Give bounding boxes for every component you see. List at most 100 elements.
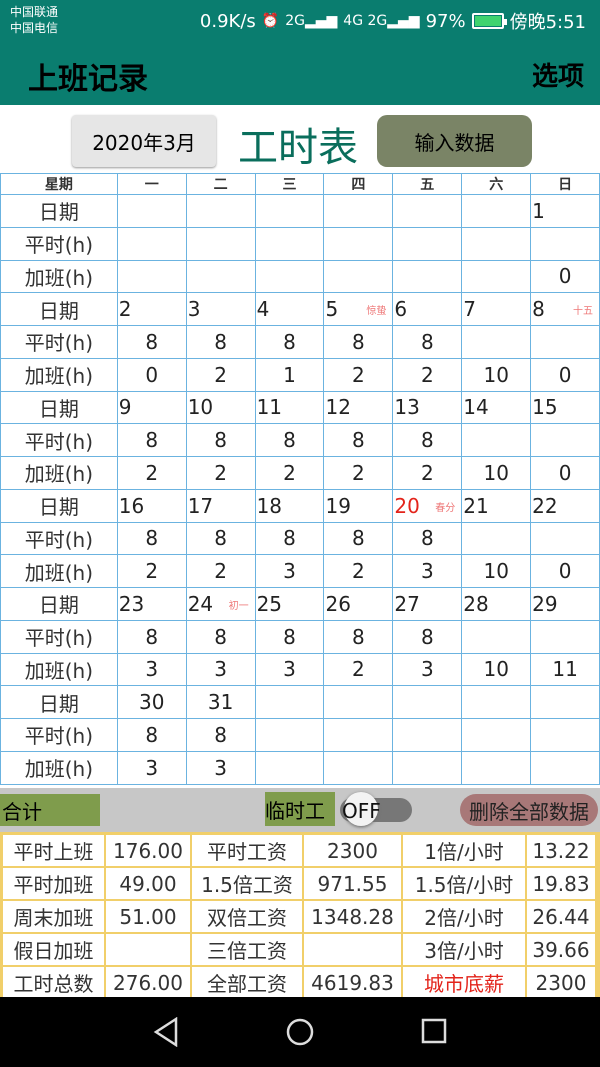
regular-hours-cell[interactable] <box>255 719 325 752</box>
date-cell[interactable]: 3 <box>186 293 256 326</box>
regular-hours-cell[interactable]: 8 <box>117 620 187 654</box>
overtime-hours-cell[interactable]: 10 <box>462 358 532 392</box>
overtime-hours-cell[interactable] <box>393 751 463 785</box>
date-cell[interactable] <box>117 195 187 228</box>
date-cell[interactable] <box>186 195 256 228</box>
overtime-hours-cell[interactable]: 10 <box>462 555 532 588</box>
regular-hours-cell[interactable] <box>462 522 532 556</box>
date-cell[interactable]: 6 <box>393 293 463 326</box>
date-cell[interactable]: 29 <box>531 588 600 621</box>
date-cell[interactable]: 30 <box>117 686 187 719</box>
date-cell[interactable] <box>324 195 394 228</box>
regular-hours-cell[interactable] <box>531 719 600 752</box>
overtime-hours-cell[interactable]: 3 <box>117 653 187 687</box>
regular-hours-cell[interactable] <box>531 424 600 457</box>
overtime-hours-cell[interactable] <box>117 260 187 294</box>
overtime-hours-cell[interactable]: 3 <box>117 751 187 785</box>
date-cell[interactable] <box>255 686 325 719</box>
date-cell[interactable]: 7 <box>462 293 532 326</box>
date-cell[interactable]: 16 <box>117 489 187 523</box>
overtime-hours-cell[interactable]: 2 <box>324 358 394 392</box>
date-cell[interactable]: 11 <box>255 391 325 425</box>
regular-hours-cell[interactable]: 8 <box>255 424 325 457</box>
overtime-hours-cell[interactable]: 3 <box>255 555 325 588</box>
overtime-hours-cell[interactable]: 2 <box>324 653 394 687</box>
overtime-hours-cell[interactable]: 0 <box>531 555 600 588</box>
date-cell[interactable]: 9 <box>117 391 187 425</box>
date-cell[interactable]: 21 <box>462 489 532 523</box>
date-cell[interactable] <box>462 686 532 719</box>
date-cell[interactable]: 24 初一 <box>186 588 256 621</box>
overtime-hours-cell[interactable]: 10 <box>462 457 532 490</box>
overtime-hours-cell[interactable] <box>186 260 256 294</box>
regular-hours-cell[interactable] <box>462 424 532 457</box>
date-cell[interactable] <box>531 686 600 719</box>
date-cell[interactable]: 25 <box>255 588 325 621</box>
regular-hours-cell[interactable] <box>324 227 394 261</box>
recents-icon[interactable] <box>420 1017 448 1045</box>
regular-hours-cell[interactable]: 8 <box>117 522 187 556</box>
date-cell[interactable]: 17 <box>186 489 256 523</box>
date-cell[interactable]: 14 <box>462 391 532 425</box>
regular-hours-cell[interactable] <box>393 719 463 752</box>
date-cell[interactable]: 4 <box>255 293 325 326</box>
date-cell[interactable]: 23 <box>117 588 187 621</box>
date-cell[interactable] <box>462 195 532 228</box>
date-cell[interactable]: 12 <box>324 391 394 425</box>
date-cell[interactable]: 31 <box>186 686 256 719</box>
date-cell[interactable]: 8 十五 <box>531 293 600 326</box>
regular-hours-cell[interactable] <box>531 522 600 556</box>
regular-hours-cell[interactable] <box>462 326 532 359</box>
regular-hours-cell[interactable] <box>462 719 532 752</box>
date-cell[interactable]: 22 <box>531 489 600 523</box>
overtime-hours-cell[interactable]: 10 <box>462 653 532 687</box>
home-icon[interactable] <box>284 1017 316 1049</box>
overtime-hours-cell[interactable] <box>462 260 532 294</box>
overtime-hours-cell[interactable] <box>255 260 325 294</box>
overtime-hours-cell[interactable] <box>255 751 325 785</box>
overtime-hours-cell[interactable] <box>531 751 600 785</box>
regular-hours-cell[interactable] <box>393 227 463 261</box>
date-cell[interactable] <box>255 195 325 228</box>
overtime-hours-cell[interactable] <box>324 751 394 785</box>
regular-hours-cell[interactable]: 8 <box>186 424 256 457</box>
regular-hours-cell[interactable]: 8 <box>255 620 325 654</box>
back-icon[interactable] <box>152 1017 182 1047</box>
overtime-hours-cell[interactable]: 3 <box>393 555 463 588</box>
options-menu[interactable]: 选项 <box>532 56 584 93</box>
regular-hours-cell[interactable]: 8 <box>393 620 463 654</box>
regular-hours-cell[interactable]: 8 <box>186 719 256 752</box>
overtime-hours-cell[interactable]: 3 <box>255 653 325 687</box>
date-cell[interactable]: 5 惊蛰 <box>324 293 394 326</box>
regular-hours-cell[interactable]: 8 <box>255 522 325 556</box>
overtime-hours-cell[interactable] <box>324 260 394 294</box>
date-cell[interactable] <box>393 195 463 228</box>
date-cell[interactable]: 26 <box>324 588 394 621</box>
regular-hours-cell[interactable]: 8 <box>186 326 256 359</box>
month-selector-button[interactable]: 2020年3月 <box>72 115 216 167</box>
date-cell[interactable] <box>324 686 394 719</box>
overtime-hours-cell[interactable]: 3 <box>186 653 256 687</box>
overtime-hours-cell[interactable]: 0 <box>531 358 600 392</box>
regular-hours-cell[interactable] <box>186 227 256 261</box>
input-data-button[interactable]: 输入数据 <box>377 115 532 167</box>
regular-hours-cell[interactable]: 8 <box>186 620 256 654</box>
regular-hours-cell[interactable]: 8 <box>393 522 463 556</box>
regular-hours-cell[interactable]: 8 <box>393 326 463 359</box>
overtime-hours-cell[interactable]: 2 <box>255 457 325 490</box>
overtime-hours-cell[interactable] <box>462 751 532 785</box>
regular-hours-cell[interactable]: 8 <box>324 326 394 359</box>
overtime-hours-cell[interactable]: 0 <box>531 457 600 490</box>
overtime-hours-cell[interactable]: 2 <box>324 457 394 490</box>
overtime-hours-cell[interactable]: 3 <box>186 751 256 785</box>
regular-hours-cell[interactable]: 8 <box>393 424 463 457</box>
overtime-hours-cell[interactable] <box>393 260 463 294</box>
date-cell[interactable]: 15 <box>531 391 600 425</box>
regular-hours-cell[interactable]: 8 <box>324 424 394 457</box>
date-cell[interactable]: 10 <box>186 391 256 425</box>
regular-hours-cell[interactable] <box>255 227 325 261</box>
date-cell[interactable]: 18 <box>255 489 325 523</box>
regular-hours-cell[interactable] <box>462 620 532 654</box>
overtime-hours-cell[interactable]: 2 <box>324 555 394 588</box>
date-cell[interactable]: 13 <box>393 391 463 425</box>
